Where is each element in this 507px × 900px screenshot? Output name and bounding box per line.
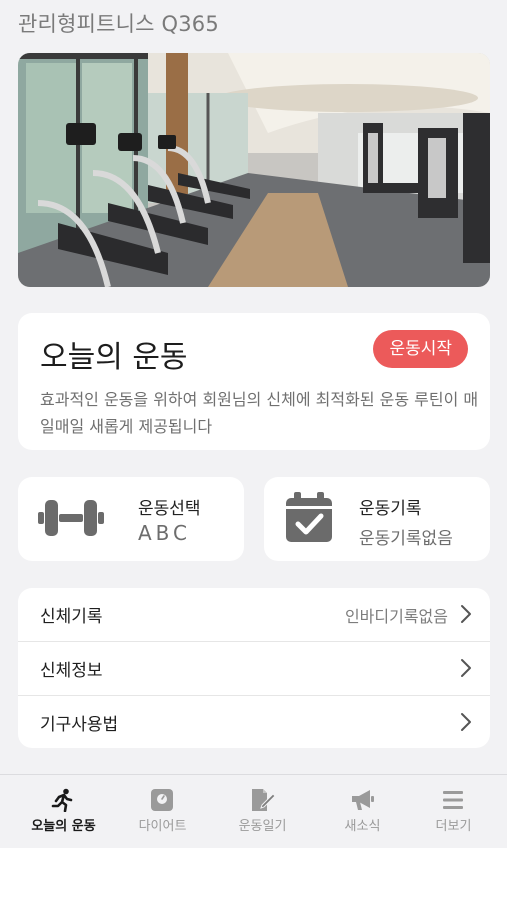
note-edit-icon <box>250 788 276 816</box>
body-record-row[interactable]: 신체기록 인바디기록없음 <box>18 588 490 641</box>
body-record-label: 신체기록 <box>40 607 103 627</box>
menu-icon <box>441 788 465 816</box>
chevron-right-icon <box>460 658 472 682</box>
body-info-label: 신체정보 <box>40 660 103 681</box>
workout-select-value: ABC <box>138 521 192 545</box>
start-workout-button[interactable]: 운동시작 <box>373 330 468 368</box>
tab-news[interactable]: 새소식 <box>312 775 413 849</box>
body-record-value: 인바디기록없음 <box>344 606 448 626</box>
tab-today-workout-label: 오늘의 운동 <box>31 819 96 834</box>
chevron-right-icon <box>460 712 472 736</box>
workout-record-value: 운동기록없음 <box>359 529 453 549</box>
body-info-row[interactable]: 신체정보 <box>18 641 490 694</box>
tab-workout-diary[interactable]: 운동일기 <box>212 775 313 849</box>
tab-diet[interactable]: 다이어트 <box>112 775 213 849</box>
calendar-check-icon <box>284 492 334 548</box>
app-screen: 관리형피트니스 Q365 오늘의 운동 운동시작 효과적인 운동을 위하여 회원… <box>0 0 507 848</box>
equipment-guide-row[interactable]: 기구사용법 <box>18 695 490 748</box>
gym-hero-image <box>18 53 490 287</box>
workout-select-title: 운동선택 <box>138 499 201 519</box>
tab-today-workout[interactable]: 오늘의 운동 <box>13 775 114 849</box>
bottom-tab-bar: 오늘의 운동 다이어트 운동일기 새소식 더보기 <box>0 774 507 848</box>
tab-workout-diary-label: 운동일기 <box>238 819 287 834</box>
today-workout-description: 효과적인 운동을 위하여 회원님의 신체에 최적화된 운동 루틴이 매일매일 새… <box>40 390 479 436</box>
equipment-guide-label: 기구사용법 <box>40 714 119 735</box>
running-icon <box>51 788 75 816</box>
settings-list: 신체기록 인바디기록없음 신체정보 기구사용법 <box>18 588 490 748</box>
dumbbell-icon <box>38 492 104 548</box>
workout-record-card[interactable]: 운동기록 운동기록없음 <box>264 477 490 561</box>
workout-select-card[interactable]: 운동선택 ABC <box>18 477 244 561</box>
today-workout-card: 오늘의 운동 운동시작 효과적인 운동을 위하여 회원님의 신체에 최적화된 운… <box>18 313 490 450</box>
page-title: 관리형피트니스 Q365 <box>18 12 219 36</box>
today-workout-title: 오늘의 운동 <box>40 340 188 375</box>
tab-diet-label: 다이어트 <box>138 819 187 834</box>
workout-record-title: 운동기록 <box>359 499 422 519</box>
chevron-right-icon <box>460 604 472 628</box>
scale-icon <box>150 788 174 816</box>
tab-more[interactable]: 더보기 <box>403 775 504 849</box>
tab-more-label: 더보기 <box>435 819 472 834</box>
megaphone-icon <box>350 788 376 816</box>
tab-news-label: 새소식 <box>344 819 381 834</box>
